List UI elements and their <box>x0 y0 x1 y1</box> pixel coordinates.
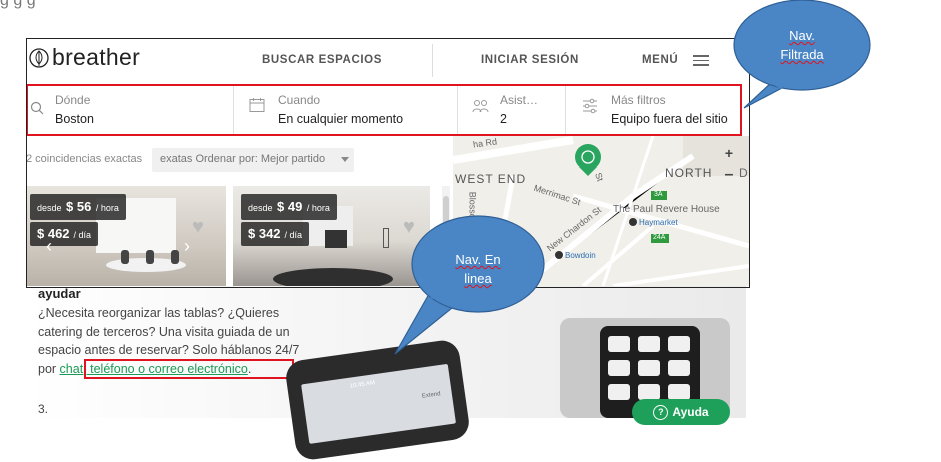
daily-price-tag: $ 462/ día <box>30 222 99 246</box>
map-label-west-end: WEST END <box>455 172 527 186</box>
where-value[interactable]: Boston <box>55 112 94 126</box>
room-tv <box>325 230 347 248</box>
callout-bubble-filtered <box>733 0 871 109</box>
room-table <box>273 268 393 286</box>
when-label: Cuando <box>278 93 321 107</box>
room-chair <box>146 250 154 264</box>
callout-line: Nav. En <box>455 252 501 267</box>
filter-bar <box>26 84 742 136</box>
chevron-right-icon[interactable]: › <box>184 236 190 257</box>
map-label-haymarket: Haymarket <box>639 218 678 227</box>
nav-sign-in[interactable]: INICIAR SESIÓN <box>481 54 579 66</box>
callout-text-filtered: Nav. Filtrada <box>752 26 852 64</box>
question-icon: ? <box>653 405 669 421</box>
hourly-price-tag: desde $ 49 / hora <box>241 194 337 220</box>
room-chair <box>121 250 129 264</box>
map-label-paul-revere: The Paul Revere House <box>613 204 720 215</box>
step-number: 3. <box>38 402 49 416</box>
callout-line: Filtrada <box>780 47 824 62</box>
phone-time: 10:45 AM <box>349 380 376 390</box>
calendar-icon <box>249 98 265 112</box>
filter-divider <box>233 86 234 134</box>
map-label-24a: 24A <box>653 234 666 241</box>
callout-line: Nav. <box>789 28 815 43</box>
price-prefix: desde <box>37 203 62 213</box>
filter-divider <box>565 86 566 134</box>
attendees-value[interactable]: 2 <box>500 112 507 126</box>
when-value[interactable]: En cualquier momento <box>278 112 403 126</box>
hourly-price-tag: desde $ 56 / hora <box>30 194 126 220</box>
help-button-label: Ayuda <box>672 405 709 419</box>
nav-menu[interactable]: MENÚ <box>642 54 678 66</box>
price-prefix: desde <box>248 203 273 213</box>
map-zoom-in-button[interactable]: + <box>721 145 737 163</box>
map-label-d: D <box>739 166 748 180</box>
heart-icon[interactable]: ♥ <box>192 216 204 239</box>
callout-text-online: Nav. En linea <box>428 250 528 288</box>
hourly-price: $ 56 <box>66 199 92 214</box>
daily-unit: / día <box>73 230 92 240</box>
daily-price: $ 462 <box>37 226 70 241</box>
more-filters-label: Más filtros <box>611 93 666 107</box>
chevron-left-icon[interactable]: ‹ <box>46 236 52 257</box>
map-label-north: NORTH <box>665 166 713 180</box>
daily-price-tag: $ 342/ día <box>241 222 310 246</box>
hourly-price: $ 49 <box>277 199 303 214</box>
map-zoom-out-button[interactable]: – <box>721 166 737 184</box>
map-label-3a: 3A <box>654 191 663 198</box>
daily-unit: / día <box>284 230 303 240</box>
search-icon <box>30 101 44 115</box>
phone-extend: Extend <box>421 391 441 400</box>
room-chair <box>171 250 179 264</box>
help-title: ayudar <box>38 286 81 301</box>
logo-text[interactable]: breather <box>52 44 140 71</box>
hourly-unit: / hora <box>95 203 119 213</box>
sort-dropdown-label: exatas Ordenar por: Mejor partido <box>160 153 326 165</box>
filter-divider <box>457 86 458 134</box>
breather-logo-icon[interactable] <box>29 48 49 68</box>
listing-card[interactable]: desde $ 56 / hora $ 462/ día ♥ ‹ › <box>26 186 226 286</box>
matches-count: 2 coincidencias exactas <box>26 153 143 165</box>
chevron-down-icon <box>341 157 349 162</box>
cropped-text: g g g <box>0 0 36 9</box>
sliders-icon <box>583 98 597 114</box>
daily-price: $ 342 <box>248 226 281 241</box>
callout-line: linea <box>464 271 492 286</box>
hourly-unit: / hora <box>306 203 330 213</box>
nav-divider <box>432 44 433 77</box>
nav-search-spaces[interactable]: BUSCAR ESPACIOS <box>262 54 382 66</box>
where-label: Dónde <box>55 93 91 107</box>
people-icon <box>472 100 489 113</box>
phone-screen: 10:45 AM Extend <box>301 363 457 444</box>
highlight-box-contact-link <box>84 359 294 379</box>
help-button[interactable]: ? Ayuda <box>632 399 730 425</box>
attendees-label: Asist… <box>500 93 539 107</box>
